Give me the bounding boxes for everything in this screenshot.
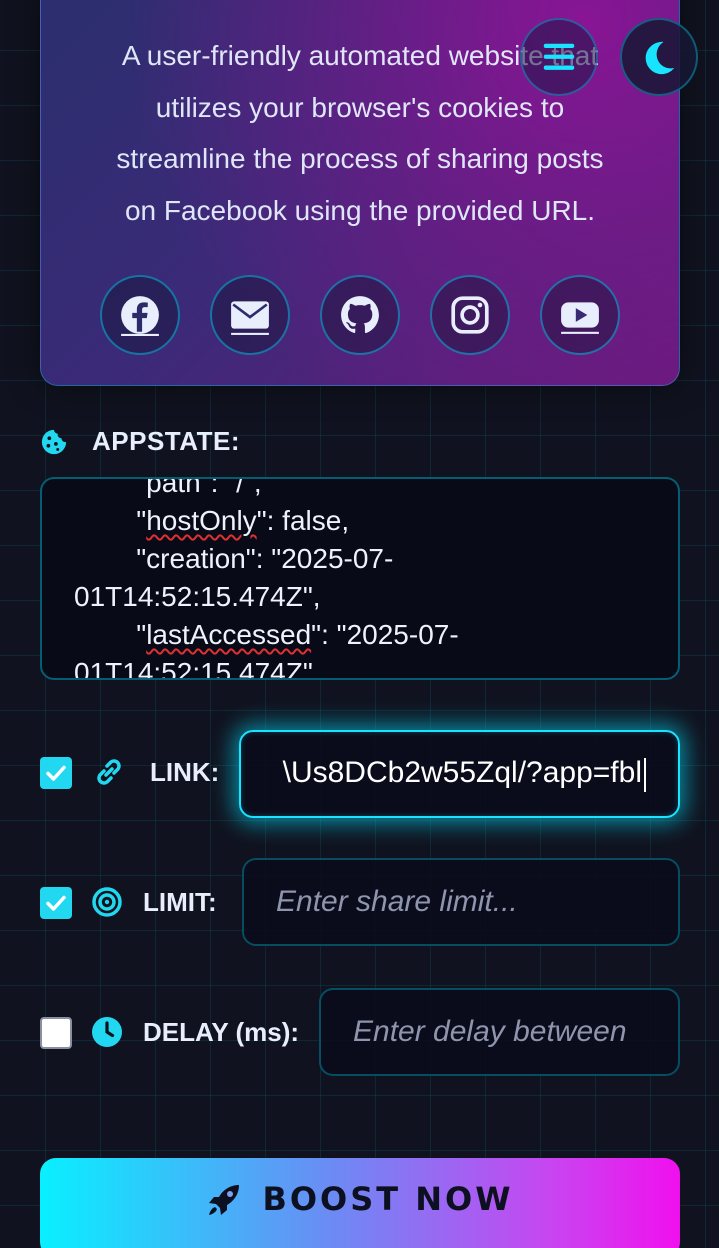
appstate-line: "path": "/", [74,477,262,498]
check-icon [46,765,66,781]
appstate-line: "hostOnly": false, [74,505,350,536]
facebook-link[interactable] [100,275,180,355]
hero-description-line: streamline the process of sharing posts [116,143,604,174]
moon-icon [645,41,675,75]
appstate-label: APPSTATE: [92,426,240,456]
link-input-value: \Us8DCb2w55Zql/?app=fbl [282,756,642,790]
rocket-icon [209,1185,240,1215]
link-icon [97,759,121,785]
hero-description-line: on Facebook using the provided URL. [124,194,596,226]
appstate-content: "path": "/", "hostOnly": false, "creatio… [74,477,674,680]
theme-toggle-button[interactable] [620,18,698,96]
github-icon [341,296,379,334]
bars-icon [543,43,575,70]
instagram-link[interactable] [430,275,510,355]
appstate-label-row: APPSTATE: [40,426,240,457]
limit-label: LIMIT: [143,887,217,917]
instagram-icon [451,296,489,334]
social-links [100,275,620,355]
limit-checkbox[interactable] [40,887,72,919]
menu-button[interactable] [520,18,598,96]
appstate-line: "lastAccessed": "2025-07- [74,619,459,650]
link-label: LINK: [150,757,220,787]
email-link[interactable] [210,275,290,355]
appstate-textarea[interactable]: "path": "/", "hostOnly": false, "creatio… [40,477,680,680]
youtube-icon [561,302,599,334]
appstate-line: 01T14:52:15.474Z" [74,657,313,680]
github-link[interactable] [320,275,400,355]
link-input[interactable]: \Us8DCb2w55Zql/?app=fbl [239,730,680,818]
delay-checkbox[interactable] [40,1017,72,1049]
appstate-line: 01T14:52:15.474Z", [74,581,321,612]
bullseye-icon [92,887,122,917]
delay-input-placeholder: Enter delay between [353,1015,627,1048]
limit-input[interactable]: Enter share limit... [242,858,680,946]
boost-now-button[interactable]: BOOST NOW [40,1158,680,1248]
youtube-link[interactable] [540,275,620,355]
link-checkbox[interactable] [40,757,72,789]
facebook-icon [121,296,159,336]
limit-input-placeholder: Enter share limit... [276,885,518,918]
resize-handle[interactable] [672,672,678,678]
clock-icon [92,1017,122,1047]
delay-label: DELAY (ms): [143,1017,300,1047]
boost-now-label: BOOST NOW [262,1180,514,1218]
delay-input[interactable]: Enter delay between [319,988,680,1076]
cookie-icon [41,429,67,454]
envelope-icon [231,301,269,335]
text-caret [644,757,646,792]
check-icon [46,895,66,911]
appstate-line: "creation": "2025-07- [74,543,394,574]
